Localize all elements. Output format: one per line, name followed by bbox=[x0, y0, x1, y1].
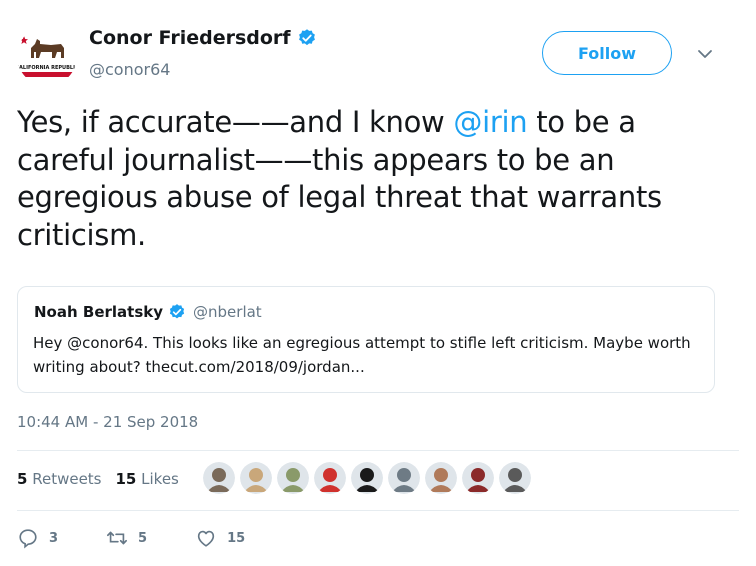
liker-avatar[interactable] bbox=[351, 462, 383, 494]
divider bbox=[17, 450, 739, 451]
liker-avatar[interactable] bbox=[388, 462, 420, 494]
avatar-lettering: CALIFORNIA REPUBLIC bbox=[17, 65, 77, 71]
tweet-actions: 3 5 15 bbox=[17, 527, 293, 549]
reply-icon bbox=[19, 529, 37, 549]
retweets-count: 5 bbox=[17, 470, 28, 488]
liker-avatar[interactable] bbox=[425, 462, 457, 494]
like-button[interactable]: 15 bbox=[195, 527, 245, 549]
liker-avatar[interactable] bbox=[240, 462, 272, 494]
mention-link[interactable]: @irin bbox=[453, 105, 527, 139]
chevron-down-icon[interactable] bbox=[696, 45, 714, 63]
verified-badge-icon bbox=[298, 29, 315, 46]
heart-icon bbox=[197, 530, 215, 547]
avatar-image bbox=[388, 462, 420, 494]
retweets-label: Retweets bbox=[32, 470, 102, 488]
liker-avatar[interactable] bbox=[499, 462, 531, 494]
california-flag-avatar-image: CALIFORNIA REPUBLIC bbox=[17, 26, 77, 86]
retweet-button[interactable]: 5 bbox=[106, 527, 147, 549]
avatar-image bbox=[425, 462, 457, 494]
tweet-timestamp[interactable]: 10:44 AM - 21 Sep 2018 bbox=[17, 413, 198, 431]
retweet-icon bbox=[107, 531, 128, 545]
engagement-stats: 5 Retweets 15 Likes bbox=[17, 470, 179, 488]
liker-avatar[interactable] bbox=[314, 462, 346, 494]
avatar-image bbox=[462, 462, 494, 494]
quoted-tweet[interactable]: Noah Berlatsky @nberlat Hey @conor64. Th… bbox=[17, 286, 715, 393]
author-name[interactable]: Conor Friedersdorf bbox=[89, 27, 291, 49]
quote-text: Hey @conor64. This looks like an egregio… bbox=[33, 334, 691, 376]
quote-author-handle: @nberlat bbox=[193, 303, 262, 321]
likes-count: 15 bbox=[115, 470, 137, 488]
quote-author-row: Noah Berlatsky @nberlat bbox=[34, 303, 262, 321]
avatar-image bbox=[277, 462, 309, 494]
follow-button[interactable]: Follow bbox=[542, 31, 672, 75]
avatar-image bbox=[203, 462, 235, 494]
avatar-image bbox=[240, 462, 272, 494]
author-handle[interactable]: @conor64 bbox=[89, 60, 170, 79]
author-avatar[interactable]: CALIFORNIA REPUBLIC bbox=[17, 26, 77, 86]
liker-avatars bbox=[203, 462, 531, 494]
reply-button[interactable]: 3 bbox=[17, 527, 58, 549]
avatar-image bbox=[351, 462, 383, 494]
reply-count: 3 bbox=[49, 530, 59, 546]
liker-avatar[interactable] bbox=[277, 462, 309, 494]
quote-author-name: Noah Berlatsky bbox=[34, 303, 164, 321]
verified-badge-icon bbox=[169, 304, 185, 319]
author-name-row[interactable]: Conor Friedersdorf bbox=[89, 27, 317, 49]
likes-stat[interactable]: 15 Likes bbox=[116, 470, 179, 488]
tweet-text: Yes, if accurate——and I know @irin to be… bbox=[17, 104, 732, 254]
avatar-image bbox=[499, 462, 531, 494]
divider bbox=[17, 510, 739, 511]
likes-label: Likes bbox=[141, 470, 179, 488]
retweet-count: 5 bbox=[138, 530, 148, 546]
tweet-card: CALIFORNIA REPUBLIC Conor Friedersdorf @… bbox=[0, 0, 756, 566]
avatar-image bbox=[314, 462, 346, 494]
tweet-text-part-1: Yes, if accurate——and I know bbox=[17, 105, 454, 139]
retweets-stat[interactable]: 5 Retweets bbox=[17, 470, 102, 488]
liker-avatar[interactable] bbox=[462, 462, 494, 494]
liker-avatar[interactable] bbox=[203, 462, 235, 494]
like-count: 15 bbox=[227, 530, 246, 546]
